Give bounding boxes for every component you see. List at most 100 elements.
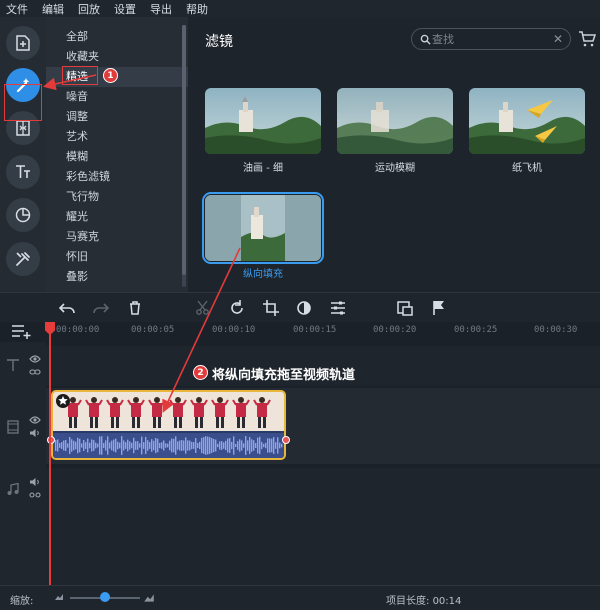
cut-button[interactable] — [194, 299, 212, 317]
step-2-instruction: 将纵向填充拖至视频轨道 — [212, 368, 356, 383]
category-item[interactable]: 调整 — [46, 107, 188, 127]
eye-icon[interactable] — [29, 354, 41, 364]
add-file-icon — [16, 35, 30, 51]
volume-icon[interactable] — [29, 428, 41, 438]
ruler-label: 00:00:25 — [454, 325, 498, 335]
rotate-button[interactable] — [228, 299, 246, 317]
waveform-bar — [85, 442, 87, 449]
waveform-bar — [173, 438, 175, 453]
waveform-bar — [167, 443, 169, 448]
waveform-bar — [229, 438, 231, 453]
add-track-icon[interactable] — [10, 322, 32, 340]
marker-button[interactable] — [430, 299, 448, 317]
rotate-icon — [231, 300, 243, 314]
category-item[interactable]: 叠影 — [46, 267, 188, 287]
filter-label: 纸飞机 — [512, 163, 542, 174]
menu-export[interactable]: 导出 — [150, 1, 172, 17]
status-bar: 缩放: 项目长度: 00:14 — [0, 585, 600, 610]
filter-thumbnail[interactable] — [469, 88, 585, 154]
waveform-bar — [111, 440, 113, 451]
waveform-bar — [171, 438, 173, 453]
crop-button[interactable] — [262, 299, 280, 317]
waveform-bar — [151, 439, 153, 452]
waveform-bar — [193, 442, 195, 449]
waveform-bar — [95, 442, 97, 449]
waveform-bar — [201, 437, 203, 454]
category-item[interactable]: 耀光 — [46, 207, 188, 227]
cart-icon[interactable] — [578, 30, 596, 48]
waveform-bar — [253, 440, 255, 451]
eye-icon[interactable] — [29, 415, 41, 425]
search-input[interactable] — [432, 32, 542, 46]
waveform-bar — [267, 438, 269, 453]
timeline-ruler[interactable]: 00:00:00 00:00:05 00:00:10 00:00:15 00:0… — [46, 322, 600, 342]
waveform-bar — [91, 439, 93, 452]
text-icon — [16, 165, 30, 178]
project-length-label: 项目长度: — [386, 596, 430, 607]
undo-button[interactable] — [58, 299, 76, 317]
castle-thumbnail-image — [205, 195, 321, 261]
waveform-bar — [165, 443, 167, 448]
redo-icon — [93, 303, 110, 314]
waveform-bar — [65, 439, 67, 452]
waveform-bar — [183, 440, 185, 451]
filter-thumbnail[interactable] — [205, 88, 321, 154]
menu-help[interactable]: 帮助 — [186, 1, 208, 17]
category-item[interactable]: 全部 — [46, 27, 188, 47]
clip-audio-waveform — [53, 433, 284, 458]
volume-keyframe-right[interactable] — [282, 436, 290, 444]
filters-panel: 滤镜 ✕ 油画 - 细 运动模糊 — [188, 17, 600, 292]
filter-thumbnail-selected[interactable] — [202, 192, 324, 264]
pip-button[interactable] — [396, 299, 414, 317]
color-adjust-button[interactable] — [295, 299, 313, 317]
zoom-slider-handle[interactable] — [100, 592, 110, 602]
category-item[interactable]: 模糊 — [46, 147, 188, 167]
ruler-label: 00:00:10 — [212, 325, 256, 335]
waveform-bar — [117, 441, 119, 450]
castle-thumbnail-image — [337, 88, 453, 154]
waveform-bar — [223, 442, 225, 449]
category-item[interactable]: 飞行物 — [46, 187, 188, 207]
zoom-out-icon[interactable] — [54, 593, 64, 601]
star-icon — [58, 396, 68, 405]
menu-playback[interactable]: 回放 — [78, 1, 100, 17]
clear-search-icon[interactable]: ✕ — [553, 32, 563, 46]
category-item[interactable]: 彩色滤镜 — [46, 167, 188, 187]
volume-icon[interactable] — [29, 477, 41, 487]
scrollbar-thumb[interactable] — [182, 25, 186, 275]
category-item[interactable]: 艺术 — [46, 127, 188, 147]
playhead[interactable] — [49, 322, 51, 585]
audio-track[interactable] — [46, 468, 600, 585]
waveform-bar — [257, 437, 259, 454]
waveform-bar — [159, 442, 161, 449]
category-item[interactable]: 马赛克 — [46, 227, 188, 247]
zoom-in-icon[interactable] — [143, 593, 155, 603]
category-item[interactable]: 收藏夹 — [46, 47, 188, 67]
waveform-bar — [261, 441, 263, 450]
category-item[interactable]: 噪音 — [46, 87, 188, 107]
video-track-header — [0, 386, 46, 468]
link-icon[interactable] — [29, 367, 41, 377]
waveform-bar — [213, 438, 215, 453]
clip-properties-button[interactable] — [329, 299, 347, 317]
redo-button[interactable] — [92, 299, 110, 317]
waveform-image — [55, 436, 283, 455]
menu-settings[interactable]: 设置 — [114, 1, 136, 17]
category-scrollbar[interactable] — [182, 25, 186, 287]
delete-button[interactable] — [126, 299, 144, 317]
waveform-bar — [77, 437, 79, 454]
clip-frames-image — [53, 392, 284, 431]
category-item[interactable]: 怀旧 — [46, 247, 188, 267]
menu-file[interactable]: 文件 — [6, 1, 28, 17]
unlink-icon[interactable] — [29, 490, 41, 500]
titles-tool-button[interactable] — [6, 155, 40, 189]
video-clip[interactable] — [51, 390, 286, 460]
stickers-tool-button[interactable] — [6, 198, 40, 232]
waveform-bar — [121, 436, 123, 455]
more-tools-button[interactable] — [6, 242, 40, 276]
ruler-label: 00:00:20 — [373, 325, 417, 335]
menu-edit[interactable]: 编辑 — [42, 1, 64, 17]
import-button[interactable] — [6, 26, 40, 60]
filter-thumbnail[interactable] — [337, 88, 453, 154]
waveform-bar — [113, 439, 115, 452]
